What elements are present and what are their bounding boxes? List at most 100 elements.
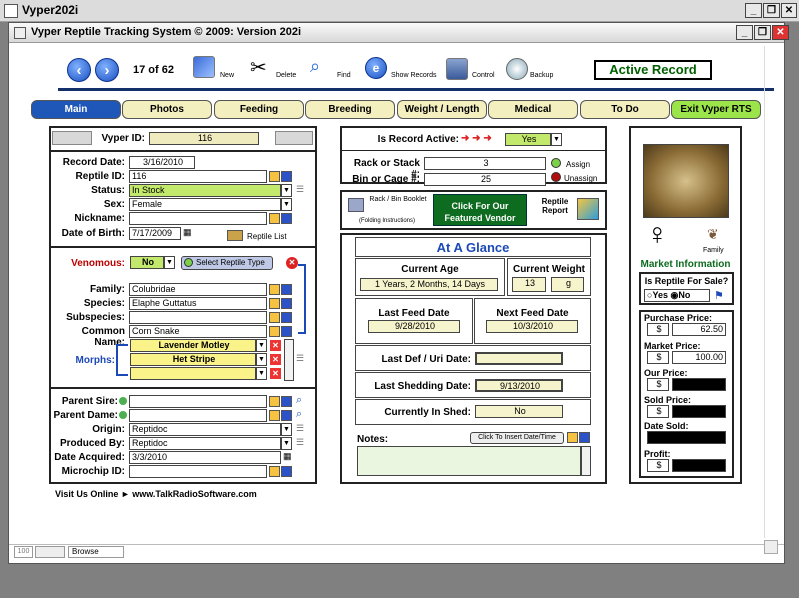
doc-restore-button[interactable]: ❐ <box>754 25 771 40</box>
sold-price-field[interactable] <box>672 405 726 418</box>
blue-button[interactable] <box>281 466 292 477</box>
website-link[interactable]: Visit Us Online ► www.TalkRadioSoftware.… <box>55 489 257 499</box>
notes-field[interactable] <box>357 446 581 476</box>
orange-button[interactable] <box>269 298 280 309</box>
tab-medical[interactable]: Medical <box>488 100 578 119</box>
remove-morph-icon[interactable]: ✕ <box>270 368 281 379</box>
close-button[interactable]: ✕ <box>781 3 797 18</box>
list-icon[interactable]: ☰ <box>296 353 304 364</box>
market-price-field[interactable]: 100.00 <box>672 351 726 364</box>
blue-button[interactable] <box>281 396 292 407</box>
record-date-field[interactable]: 3/16/2010 <box>129 156 195 169</box>
parent-sire-field[interactable] <box>129 395 267 408</box>
orange-button[interactable] <box>269 171 280 182</box>
blue-button[interactable] <box>281 298 292 309</box>
chevron-down-icon[interactable]: ▼ <box>281 437 292 450</box>
calendar-icon[interactable]: ▦ <box>183 227 192 238</box>
list-icon[interactable]: ☰ <box>296 437 304 448</box>
chevron-down-icon[interactable]: ▼ <box>256 367 267 380</box>
flag-icon[interactable]: ⚑ <box>714 289 724 302</box>
nickname-field[interactable] <box>129 212 267 225</box>
prev-record-button[interactable]: ‹ <box>67 58 91 82</box>
orange-button[interactable] <box>269 410 280 421</box>
next-id-button[interactable] <box>275 131 313 145</box>
venomous-select[interactable]: No <box>130 256 164 269</box>
tab-to-do[interactable]: To Do <box>580 100 670 119</box>
subspecies-field[interactable] <box>129 311 267 324</box>
species-field[interactable]: Elaphe Guttatus <box>129 297 267 310</box>
remove-morph-icon[interactable]: ✕ <box>270 340 281 351</box>
reptile-list-icon[interactable] <box>227 230 243 241</box>
select-type-button[interactable]: Select Reptile Type <box>181 256 273 270</box>
radio-yes-label[interactable]: Yes <box>652 290 668 300</box>
backup-label[interactable]: Backup <box>530 72 553 79</box>
show-records-icon[interactable]: e <box>365 57 387 79</box>
reptile-list-link[interactable]: Reptile List <box>247 232 287 241</box>
blue-button[interactable] <box>281 326 292 337</box>
date-acquired-field[interactable]: 3/3/2010 <box>129 451 281 464</box>
control-icon[interactable] <box>446 58 468 80</box>
family-tree-icon[interactable]: ❦ <box>707 226 719 243</box>
assign-label[interactable]: Assign <box>566 160 590 169</box>
show-records-label[interactable]: Show Records <box>391 72 437 79</box>
radio-no-label[interactable]: No <box>678 290 690 300</box>
tab-feeding[interactable]: Feeding <box>214 100 304 119</box>
backup-icon[interactable] <box>506 58 528 80</box>
morph-field-2[interactable]: Het Stripe <box>130 353 256 366</box>
blue-button[interactable] <box>281 410 292 421</box>
calendar-icon[interactable]: ▦ <box>283 451 292 462</box>
morph-field-3[interactable] <box>130 367 256 380</box>
microchip-field[interactable] <box>129 465 267 478</box>
orange-button[interactable] <box>269 213 280 224</box>
orange-button[interactable] <box>269 284 280 295</box>
scissors-icon[interactable]: ✂ <box>250 55 267 80</box>
booklet-link[interactable]: Rack / Bin Booklet <box>368 196 428 203</box>
assign-icon[interactable] <box>551 158 561 168</box>
tab-photos[interactable]: Photos <box>122 100 212 119</box>
new-icon[interactable] <box>193 56 215 78</box>
resize-grip[interactable] <box>764 540 778 554</box>
chevron-down-icon[interactable]: ▼ <box>281 198 292 211</box>
bin-field[interactable]: 25 <box>424 173 546 186</box>
prev-id-button[interactable] <box>52 131 92 145</box>
notes-scrollbar[interactable] <box>581 446 591 476</box>
unassign-icon[interactable] <box>551 172 561 182</box>
green-dot-icon[interactable] <box>119 411 127 419</box>
tab-breeding[interactable]: Breeding <box>305 100 395 119</box>
list-icon[interactable]: ☰ <box>296 184 304 195</box>
booklet-icon[interactable] <box>348 198 364 212</box>
chevron-down-icon[interactable]: ▼ <box>256 353 267 366</box>
green-dot-icon[interactable] <box>119 397 127 405</box>
date-sold-field[interactable] <box>647 431 726 444</box>
family-link[interactable]: Family <box>703 247 724 254</box>
dob-field[interactable]: 7/17/2009 <box>129 227 181 240</box>
unassign-label[interactable]: Unassign <box>564 174 597 183</box>
our-price-field[interactable] <box>672 378 726 391</box>
mode-select[interactable]: Browse <box>68 546 124 558</box>
delete-button-label[interactable]: Delete <box>276 72 296 79</box>
sex-select[interactable]: Female <box>129 198 281 211</box>
new-button-label[interactable]: New <box>220 72 234 79</box>
purchase-price-field[interactable]: 62.50 <box>672 323 726 336</box>
produced-by-select[interactable]: Reptidoc <box>129 437 281 450</box>
blue-button[interactable] <box>579 432 590 443</box>
family-field[interactable]: Colubridae <box>129 283 267 296</box>
report-icon[interactable] <box>577 198 599 220</box>
orange-button[interactable] <box>567 432 578 443</box>
chevron-down-icon[interactable]: ▼ <box>256 339 267 352</box>
restore-button[interactable]: ❐ <box>763 3 780 18</box>
chevron-down-icon[interactable]: ▼ <box>281 423 292 436</box>
magnifier-icon[interactable]: ⌕ <box>296 408 302 421</box>
blue-button[interactable] <box>281 312 292 323</box>
featured-vendor-button[interactable]: Click For Our Featured Vendor <box>433 194 527 226</box>
origin-select[interactable]: Reptidoc <box>129 423 281 436</box>
magnifier-icon[interactable]: ⌕ <box>310 56 320 77</box>
chevron-down-icon[interactable]: ▼ <box>551 133 562 146</box>
tab-weight-length[interactable]: Weight / Length <box>397 100 487 119</box>
chevron-down-icon[interactable]: ▼ <box>164 256 175 269</box>
morph-scrollbar[interactable] <box>284 339 294 381</box>
blue-button[interactable] <box>281 171 292 182</box>
zoom-level[interactable]: 100 <box>14 546 33 558</box>
orange-button[interactable] <box>269 466 280 477</box>
layout-toggle[interactable] <box>35 546 65 558</box>
